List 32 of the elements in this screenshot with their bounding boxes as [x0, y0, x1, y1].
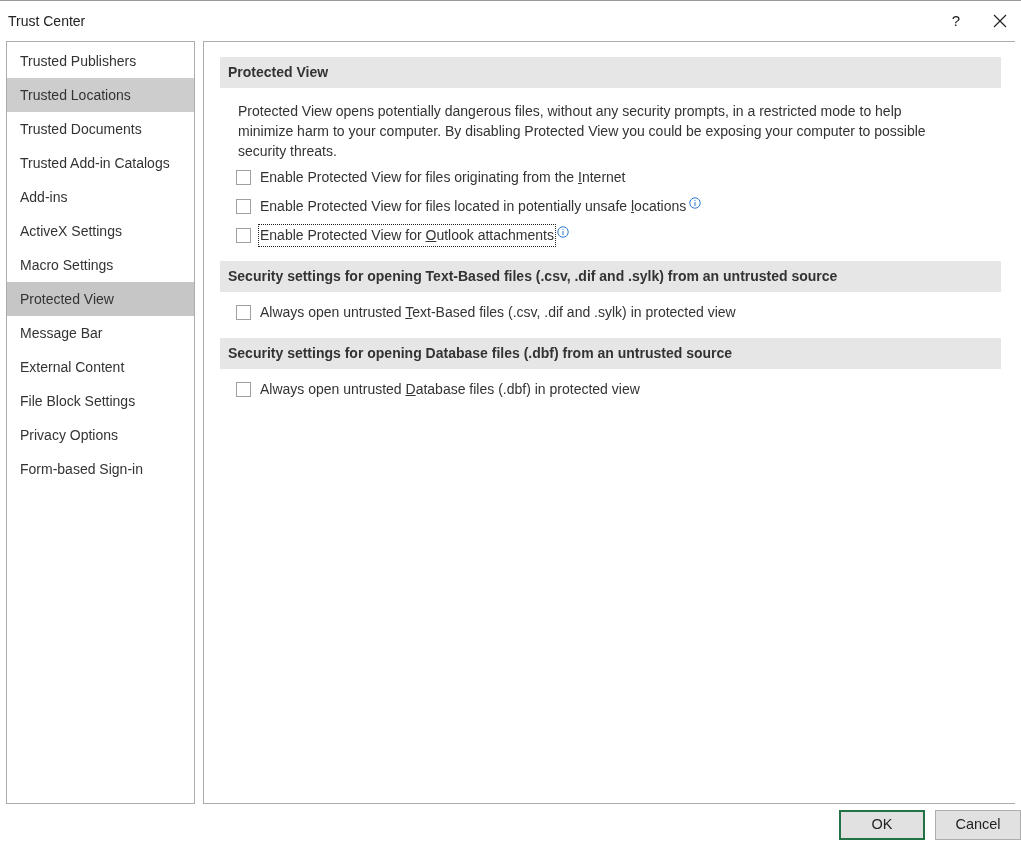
sidebar-item[interactable]: Privacy Options	[7, 418, 194, 452]
sidebar-item[interactable]: Protected View	[7, 282, 194, 316]
checkbox[interactable]	[236, 228, 251, 243]
window-title: Trust Center	[8, 11, 86, 31]
dialog-button[interactable]: Cancel	[935, 810, 1021, 840]
checkbox-label[interactable]: Enable Protected View for files originating from the Internet	[259, 167, 627, 188]
sidebar-item[interactable]: File Block Settings	[7, 384, 194, 418]
sidebar-item[interactable]: Trusted Locations	[7, 78, 194, 112]
section-header: Security settings for opening Text-Based files (.csv, .dif and .sylk) from an untrusted source	[220, 261, 1001, 292]
close-icon	[993, 14, 1007, 28]
checkbox[interactable]	[236, 382, 251, 397]
checkbox[interactable]	[236, 170, 251, 185]
sidebar-item[interactable]: ActiveX Settings	[7, 214, 194, 248]
section-header: Protected View	[220, 57, 1001, 88]
sidebar-item[interactable]: External Content	[7, 350, 194, 384]
checkbox-label[interactable]: Always open untrusted Text-Based files (.csv, .dif and .sylk) in protected view	[259, 302, 737, 323]
sidebar-item[interactable]: Macro Settings	[7, 248, 194, 282]
sidebar-item[interactable]: Message Bar	[7, 316, 194, 350]
description-text: Protected View opens potentially dangerous files, without any security prompts, in a restricted mode to help minimize harm to your computer. By disabling Protected View you could be exposing your computer to possible security threats.	[237, 102, 927, 161]
checkbox-label[interactable]: Always open untrusted Database files (.dbf) in protected view	[259, 379, 641, 400]
dialog-button[interactable]: OK	[839, 810, 925, 840]
checkbox-label[interactable]: Enable Protected View for Outlook attachments	[259, 225, 555, 246]
sidebar-item[interactable]: Form-based Sign-in	[7, 452, 194, 486]
checkbox[interactable]	[236, 199, 251, 214]
sidebar-item[interactable]: Trusted Add-in Catalogs	[7, 146, 194, 180]
checkbox[interactable]	[236, 305, 251, 320]
sidebar-item[interactable]: Trusted Publishers	[7, 44, 194, 78]
checkbox-label[interactable]: Enable Protected View for files located in potentially unsafe locations	[259, 196, 688, 217]
sidebar-item[interactable]: Add-ins	[7, 180, 194, 214]
section-header: Security settings for opening Database files (.dbf) from an untrusted source	[220, 338, 1001, 369]
help-button[interactable]: ?	[941, 6, 971, 36]
sidebar-item[interactable]: Trusted Documents	[7, 112, 194, 146]
